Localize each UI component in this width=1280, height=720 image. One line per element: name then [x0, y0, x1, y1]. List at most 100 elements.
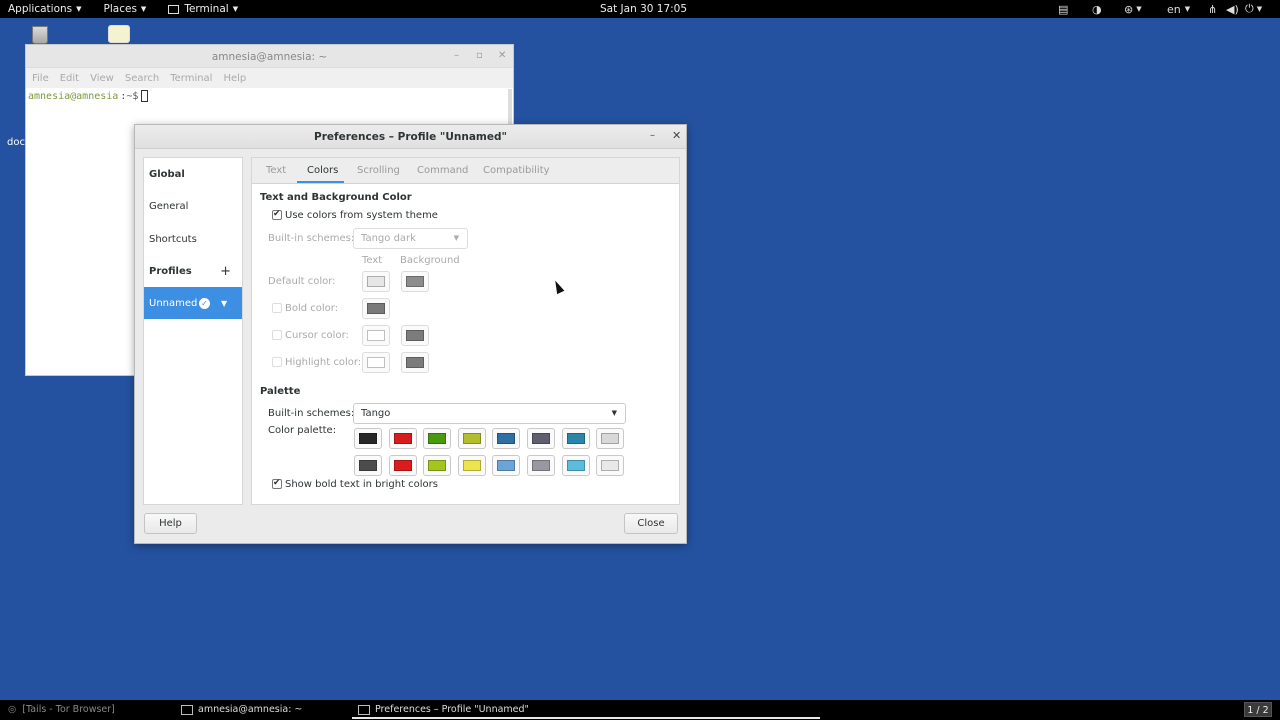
palette-swatch-4[interactable]	[492, 428, 521, 449]
active-tab-indicator	[297, 181, 344, 183]
dialog-titlebar[interactable]: Preferences – Profile "Unnamed" – ✕	[135, 125, 686, 149]
bold-color-checkbox[interactable]	[272, 303, 282, 313]
terminal-app-menu[interactable]: Terminal ▼	[168, 3, 238, 15]
terminal-titlebar[interactable]: amnesia@amnesia: ~ – ▫ ✕	[26, 45, 513, 68]
palette-swatch-0[interactable]	[354, 428, 382, 449]
palette-scheme-select[interactable]: Tango ▼	[353, 403, 626, 424]
volume-icon[interactable]: ◀)	[1226, 2, 1239, 16]
sidebar-item-shortcuts[interactable]: Shortcuts	[144, 223, 242, 255]
sidebar-item-global[interactable]: Global	[144, 158, 242, 190]
accessibility-icon[interactable]: ⊛ ▼	[1124, 2, 1142, 16]
language-menu[interactable]: en ▼	[1167, 2, 1190, 16]
clock[interactable]: Sat Jan 30 17:05	[600, 3, 687, 15]
close-icon[interactable]: ✕	[672, 129, 681, 142]
tab-command[interactable]: Command	[417, 165, 468, 176]
profile-menu-caret-icon[interactable]: ▼	[221, 299, 227, 308]
palette-swatch-2[interactable]	[423, 428, 452, 449]
tab-compatibility[interactable]: Compatibility	[483, 165, 550, 176]
menu-file[interactable]: File	[32, 73, 49, 84]
terminal-menubar: File Edit View Search Terminal Help	[26, 68, 513, 88]
default-text-swatch[interactable]	[362, 271, 390, 292]
folder-icon[interactable]	[108, 22, 130, 44]
palette-swatch-13[interactable]	[527, 455, 555, 476]
palette-swatch-9[interactable]	[388, 455, 417, 476]
close-icon[interactable]: ✕	[498, 50, 506, 61]
add-profile-icon[interactable]: +	[220, 264, 231, 279]
palette-swatch-14[interactable]	[561, 455, 590, 476]
palette-swatch-11[interactable]	[457, 455, 486, 476]
palette-swatch-3[interactable]	[457, 428, 486, 449]
sidebar-item-label: Profiles	[149, 265, 192, 277]
preferences-dialog[interactable]: Preferences – Profile "Unnamed" – ✕ Glob…	[134, 124, 687, 544]
cursor-color-checkbox[interactable]	[272, 330, 282, 340]
default-color-label: Default color:	[268, 276, 336, 287]
minimize-icon[interactable]: –	[454, 50, 459, 61]
menu-help[interactable]: Help	[223, 73, 246, 84]
palette-builtin-label: Built-in schemes:	[268, 408, 355, 419]
bold-color-label: Bold color:	[285, 303, 339, 314]
tab-scrolling[interactable]: Scrolling	[357, 165, 400, 176]
prefs-sidebar: Global General Shortcuts Profiles + Unnam…	[143, 157, 243, 505]
minimize-icon[interactable]: –	[650, 130, 655, 141]
highlight-background-swatch[interactable]	[401, 352, 429, 373]
sidebar-item-profile-unnamed[interactable]: Unnamed ✓ ▼	[144, 287, 242, 319]
sidebar-item-general[interactable]: General	[144, 190, 242, 222]
tab-bar: Text Colors Scrolling Command Compatibil…	[252, 158, 679, 184]
taskbar-item-terminal[interactable]: amnesia@amnesia: ~	[181, 704, 302, 715]
taskbar-item-preferences[interactable]: Preferences – Profile "Unnamed"	[358, 704, 529, 715]
palette-swatch-15[interactable]	[596, 455, 625, 476]
applications-label: Applications	[8, 3, 73, 15]
taskbar-item-label: Preferences – Profile "Unnamed"	[375, 704, 529, 715]
palette-swatch-1[interactable]	[388, 428, 417, 449]
window-list-panel: ◎ [Tails - Tor Browser] amnesia@amnesia: …	[0, 700, 1280, 720]
workspace-pager[interactable]: 1 / 2	[1244, 702, 1272, 717]
prompt-suffix: :~$	[120, 90, 139, 102]
palette-swatch-8[interactable]	[354, 455, 382, 476]
help-button[interactable]: Help	[144, 513, 197, 534]
use-system-colors-checkbox[interactable]	[272, 209, 282, 220]
tab-text[interactable]: Text	[266, 165, 286, 176]
menu-terminal[interactable]: Terminal	[170, 73, 212, 84]
places-menu[interactable]: Places ▼	[104, 3, 147, 15]
menu-view[interactable]: View	[90, 73, 114, 84]
palette-swatch-7[interactable]	[596, 428, 625, 449]
caret-down-icon: ▼	[611, 409, 617, 417]
terminal-icon	[168, 4, 180, 14]
text-bg-scheme-select[interactable]: Tango dark ▼	[353, 228, 468, 249]
maximize-icon[interactable]: ▫	[476, 50, 483, 61]
cursor-text-swatch[interactable]	[362, 325, 390, 346]
power-icon[interactable]: ⏻ ▼	[1245, 2, 1262, 16]
taskbar-item-label: [Tails - Tor Browser]	[22, 704, 115, 715]
caret-down-icon: ▼	[453, 234, 459, 242]
trash-icon[interactable]	[29, 24, 51, 46]
sidebar-item-label: Global	[149, 168, 185, 180]
palette-heading: Palette	[260, 386, 301, 397]
use-system-colors-label: Use colors from system theme	[285, 210, 438, 221]
terminal-label: Terminal	[184, 3, 229, 15]
clipboard-icon[interactable]: ▤	[1058, 2, 1068, 16]
applications-menu[interactable]: Applications ▼	[8, 3, 82, 15]
sidebar-item-profiles: Profiles +	[144, 255, 242, 287]
cursor-background-swatch[interactable]	[401, 325, 429, 346]
highlight-color-checkbox[interactable]	[272, 357, 282, 367]
close-button[interactable]: Close	[624, 513, 678, 534]
terminal-prompt[interactable]: amnesia@amnesia :~$	[26, 88, 513, 104]
tab-colors[interactable]: Colors	[307, 165, 338, 176]
caret-down-icon: ▼	[140, 5, 147, 13]
bold-color-swatch[interactable]	[362, 298, 390, 319]
bold-bright-checkbox[interactable]	[272, 478, 282, 489]
palette-swatch-12[interactable]	[492, 455, 521, 476]
palette-swatch-6[interactable]	[561, 428, 590, 449]
highlight-text-swatch[interactable]	[362, 352, 390, 373]
menu-edit[interactable]: Edit	[60, 73, 79, 84]
default-background-swatch[interactable]	[401, 271, 429, 292]
menu-search[interactable]: Search	[125, 73, 159, 84]
caret-down-icon: ▼	[232, 5, 239, 13]
network-icon[interactable]: ⋔	[1208, 2, 1217, 16]
palette-swatch-10[interactable]	[423, 455, 452, 476]
palette-swatch-5[interactable]	[527, 428, 555, 449]
terminal-title: amnesia@amnesia: ~	[211, 51, 328, 63]
tor-onion-icon[interactable]: ◑	[1092, 2, 1102, 16]
default-profile-check-icon: ✓	[199, 297, 210, 309]
taskbar-item-tor-browser[interactable]: ◎ [Tails - Tor Browser]	[8, 704, 115, 715]
